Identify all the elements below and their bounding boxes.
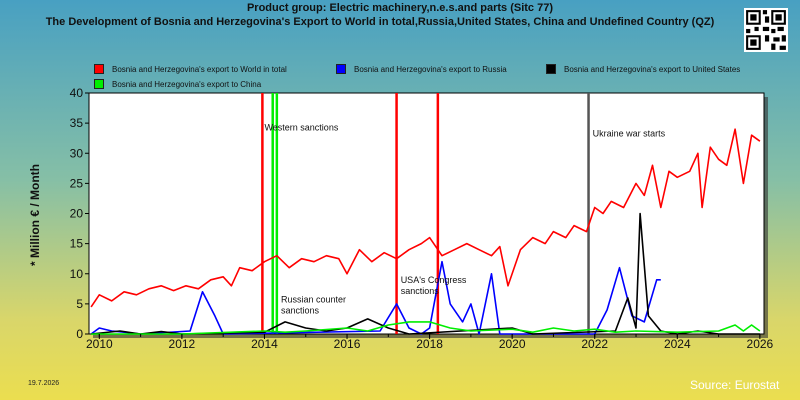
x-tick-label-2014: 2014: [251, 337, 278, 351]
x-tick-label-2018: 2018: [416, 337, 443, 351]
event-label-0: Western sanctions: [264, 122, 338, 132]
y-tick-label-35: 35: [70, 116, 84, 130]
date-stamp: 19.7.2026: [28, 380, 60, 387]
x-tick-label-2020: 2020: [499, 337, 526, 351]
y-tick-label-15: 15: [70, 237, 84, 251]
x-tick-label-2012: 2012: [169, 337, 196, 351]
source-label: Source: Eurostat: [690, 378, 780, 392]
x-tick-label-2026: 2026: [747, 337, 774, 351]
y-tick-label-40: 40: [70, 86, 84, 100]
chart-area: 0 5 10 15 20 25 30 35 40 2010 2012 2014 2016 2018 2020…: [70, 86, 774, 351]
y-tick-label-10: 10: [70, 267, 84, 281]
x-tick-label-2016: 2016: [334, 337, 361, 351]
x-tick-label-2010: 2010: [86, 337, 113, 351]
y-tick-label-5: 5: [76, 297, 83, 311]
y-tick-label-20: 20: [70, 207, 84, 221]
x-tick-label-2024: 2024: [664, 337, 691, 351]
x-tick-label-2022: 2022: [581, 337, 608, 351]
y-tick-label-30: 30: [70, 146, 84, 160]
event-label-5: Ukraine war starts: [593, 128, 666, 138]
y-tick-label-0: 0: [76, 327, 83, 341]
y-tick-label-25: 25: [70, 176, 84, 190]
